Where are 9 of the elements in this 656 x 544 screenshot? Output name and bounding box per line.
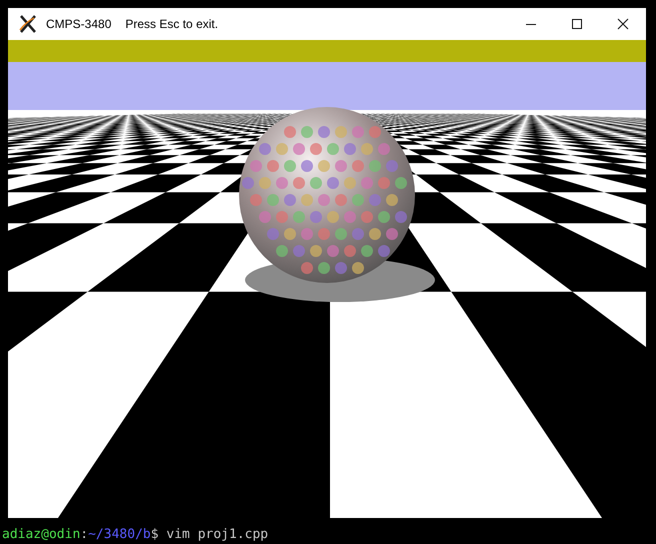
terminal-prompt-text: adiaz@odin bbox=[2, 527, 80, 542]
terminal-prompt-text: ~/3480/b bbox=[88, 527, 151, 542]
terminal-prompt-text: : bbox=[80, 527, 88, 542]
close-icon bbox=[617, 18, 629, 30]
terminal-prompt-text: $ vim proj1.cpp bbox=[150, 527, 268, 542]
maximize-icon bbox=[571, 18, 583, 30]
window-hint: Press Esc to exit. bbox=[125, 17, 218, 31]
window-title: CMPS-3480 bbox=[46, 17, 112, 31]
x-logo-icon bbox=[18, 14, 38, 34]
